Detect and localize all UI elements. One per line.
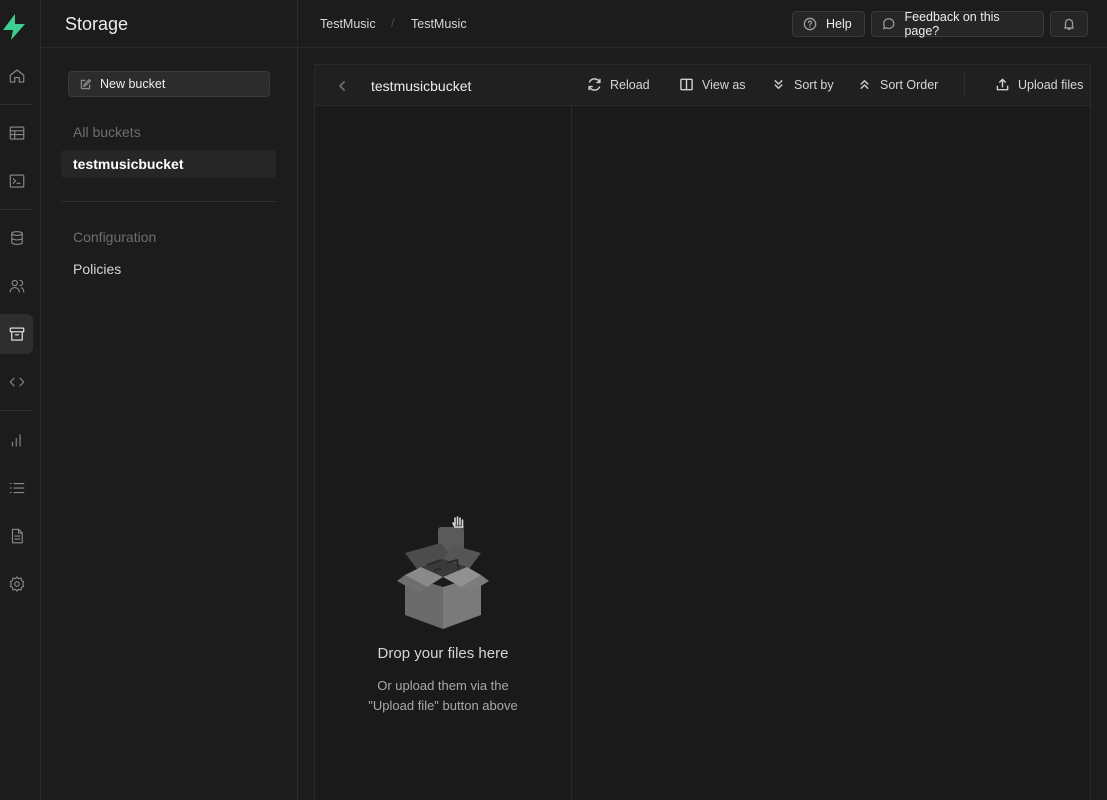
columns-icon — [680, 78, 693, 91]
brand-logo-icon[interactable] — [0, 12, 28, 42]
help-button[interactable]: Help — [792, 11, 865, 37]
docs-icon[interactable] — [0, 516, 33, 556]
breadcrumb-organization[interactable]: TestMusic — [320, 17, 376, 31]
chevrons-up-icon — [860, 80, 869, 89]
icon-rail — [0, 0, 41, 800]
new-bucket-label: New bucket — [100, 77, 166, 91]
reports-icon[interactable] — [0, 420, 33, 460]
feedback-label: Feedback on this page? — [904, 10, 1000, 38]
sidebar-divider — [61, 201, 276, 202]
sort-by-button[interactable]: Sort by — [771, 77, 834, 92]
users-icon[interactable] — [0, 266, 33, 306]
empty-box-illustration — [397, 516, 489, 629]
upload-files-button[interactable]: Upload files — [995, 77, 1083, 92]
rail-divider — [0, 410, 33, 411]
feedback-button[interactable]: Feedback on this page? — [871, 10, 1044, 38]
all-buckets-heading: All buckets — [73, 124, 141, 140]
reload-label: Reload — [610, 77, 650, 92]
view-as-button[interactable]: View as — [679, 77, 746, 92]
sql-editor-icon[interactable] — [0, 161, 33, 201]
sort-by-label: Sort by — [794, 77, 834, 92]
header-divider — [41, 47, 297, 48]
breadcrumb-separator: / — [391, 15, 395, 30]
logs-icon[interactable] — [0, 468, 33, 508]
home-icon[interactable] — [0, 56, 33, 96]
empty-state: Drop your files here Or upload them via … — [315, 515, 571, 716]
file-explorer: testmusicbucket Reload View as Sort by S… — [314, 64, 1091, 800]
upload-icon — [996, 78, 1009, 91]
top-bar: TestMusic / TestMusic Help Feedback on t… — [298, 0, 1107, 48]
page-title: Storage — [65, 14, 129, 34]
table-editor-icon[interactable] — [0, 113, 33, 153]
database-icon[interactable] — [0, 218, 33, 258]
sort-order-label: Sort Order — [880, 77, 939, 92]
help-circle-icon — [803, 17, 817, 31]
empty-state-title: Drop your files here — [377, 645, 509, 662]
configuration-heading: Configuration — [73, 229, 157, 245]
upload-files-label: Upload files — [1018, 77, 1084, 92]
settings-icon[interactable] — [0, 564, 33, 604]
refresh-icon — [588, 78, 601, 91]
message-circle-icon — [883, 18, 895, 30]
bucket-item-testmusicbucket[interactable]: testmusicbucket — [61, 150, 276, 178]
chevrons-down-icon — [774, 80, 783, 89]
sort-order-button[interactable]: Sort Order — [857, 77, 938, 92]
bell-icon — [1063, 18, 1075, 30]
rail-divider — [0, 209, 33, 210]
new-bucket-button[interactable]: New bucket — [68, 71, 270, 97]
breadcrumb-project[interactable]: TestMusic — [411, 17, 467, 31]
header-separator — [964, 73, 965, 97]
reload-button[interactable]: Reload — [587, 77, 650, 92]
api-icon[interactable] — [0, 362, 33, 402]
help-label: Help — [826, 17, 852, 31]
empty-state-subtitle: Or upload them via the "Upload file" but… — [368, 678, 518, 713]
bucket-title: testmusicbucket — [371, 78, 472, 94]
column-divider — [571, 106, 572, 800]
rail-divider — [0, 104, 33, 105]
storage-sidebar: Storage New bucket All buckets testmusic… — [41, 0, 298, 800]
view-as-label: View as — [702, 77, 746, 92]
back-button[interactable] — [333, 77, 351, 95]
policies-link[interactable]: Policies — [61, 255, 276, 283]
notifications-button[interactable] — [1050, 11, 1088, 37]
storage-icon[interactable] — [0, 314, 33, 354]
edit-icon — [80, 78, 92, 89]
explorer-header: testmusicbucket Reload View as Sort by S… — [315, 65, 1090, 106]
chevron-left-icon — [339, 81, 345, 91]
